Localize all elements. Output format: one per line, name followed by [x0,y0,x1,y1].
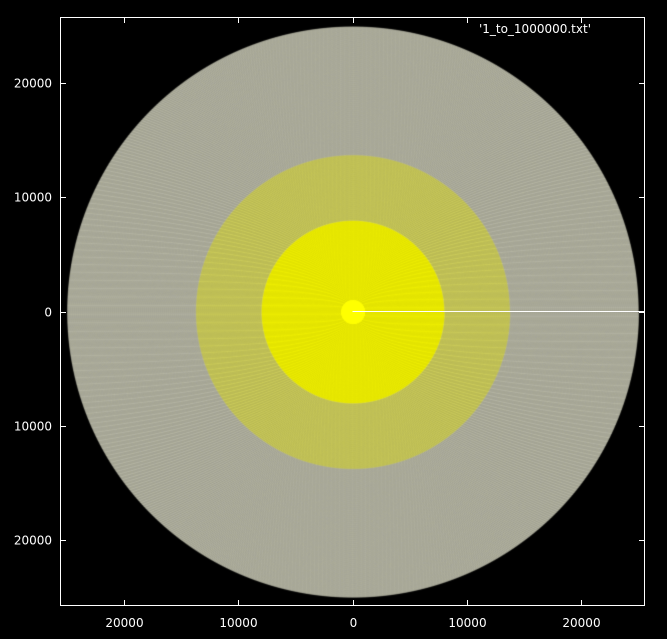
chart-container: 20000 10000 0 10000 20000 20000 10000 0 10000 20… [0,0,667,639]
x-tick-label: 20000 [562,616,600,630]
y-tick-label: 0 [44,306,52,320]
y-tick-label: 10000 [14,420,52,434]
data-points-layer [0,0,667,639]
x-tick-label: 10000 [448,616,486,630]
y-tick-label: 20000 [14,77,52,91]
scatter-chart: 20000 10000 0 10000 20000 20000 10000 0 10000 20… [0,0,667,639]
x-tick-label: 0 [350,616,358,630]
dot-field-image [0,0,667,639]
legend: '1_to_1000000.txt' [479,22,591,36]
y-tick-label: 20000 [14,534,52,548]
x-tick-label: 10000 [219,616,257,630]
x-tick-label: 20000 [105,616,143,630]
y-tick-label: 10000 [14,191,52,205]
legend-series-label: '1_to_1000000.txt' [479,22,591,36]
